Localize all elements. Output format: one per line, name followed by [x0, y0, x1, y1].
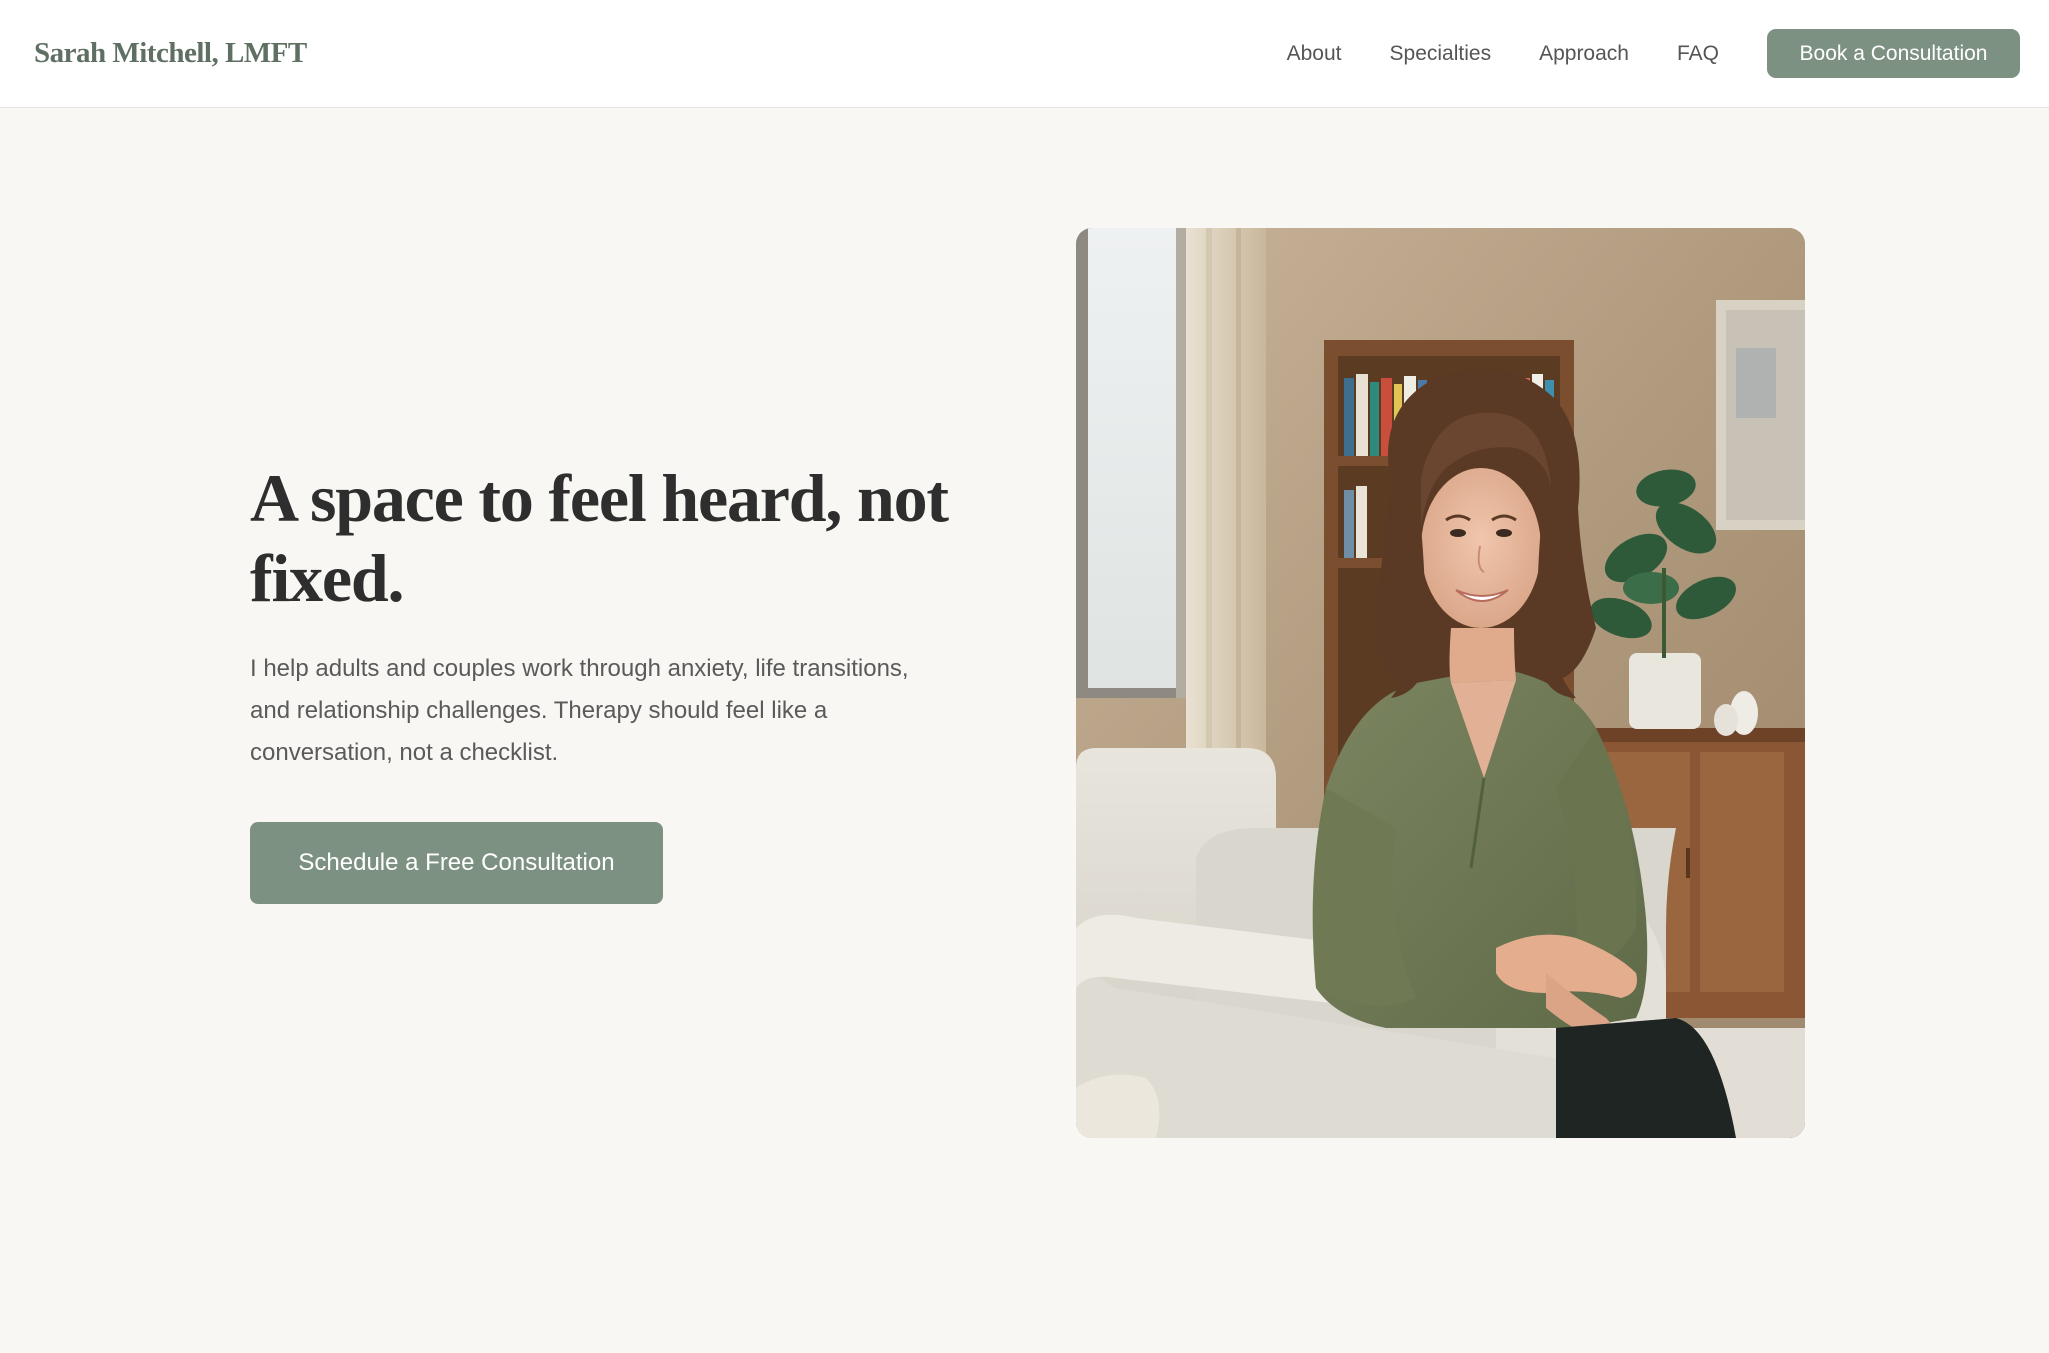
nav-link-specialties[interactable]: Specialties — [1390, 42, 1492, 66]
nav-link-approach[interactable]: Approach — [1539, 42, 1629, 66]
site-header: Sarah Mitchell, LMFT About Specialties A… — [0, 0, 2049, 108]
hero-subtitle: I help adults and couples work through a… — [250, 655, 909, 766]
main-nav: About Specialties Approach FAQ Book a Co… — [1287, 29, 2020, 78]
therapist-photo — [1076, 228, 1805, 1138]
site-logo[interactable]: Sarah Mitchell, LMFT — [34, 37, 307, 70]
hero-section: A space to feel heard, not fixed. I help… — [250, 458, 950, 904]
hero-title: A space to feel heard, not fixed. — [250, 460, 949, 616]
nav-link-about[interactable]: About — [1287, 42, 1342, 66]
nav-link-faq[interactable]: FAQ — [1677, 42, 1719, 66]
book-consultation-button[interactable]: Book a Consultation — [1767, 29, 2020, 78]
schedule-consultation-button[interactable]: Schedule a Free Consultation — [250, 822, 663, 904]
